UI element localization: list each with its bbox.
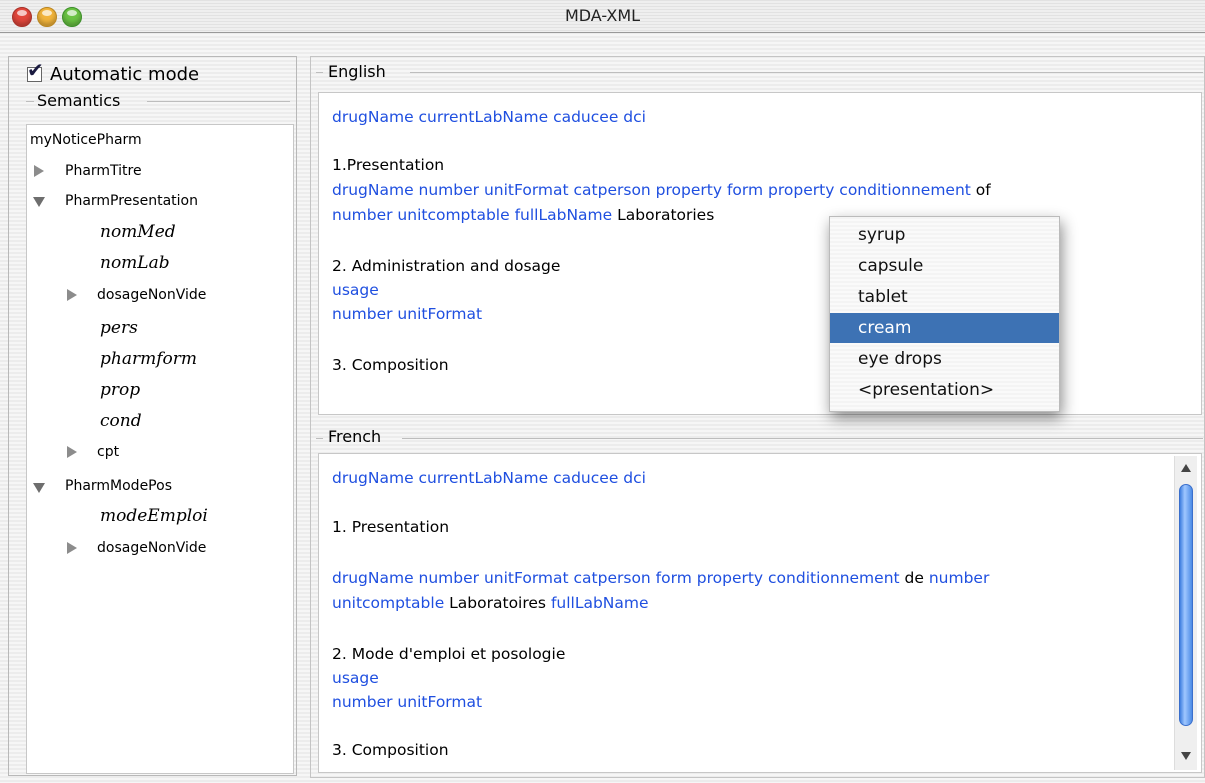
title-bar: MDA-XML bbox=[0, 0, 1205, 33]
french-line-3-tokens: drugName number unitFormat catperson for… bbox=[332, 569, 900, 587]
split-pane-divider[interactable] bbox=[300, 56, 310, 778]
popup-item-tablet[interactable]: tablet bbox=[830, 282, 1059, 312]
tree-leaf[interactable]: prop bbox=[100, 380, 140, 400]
tree-node[interactable]: cpt bbox=[97, 444, 119, 460]
tree-node[interactable]: PharmPresentation bbox=[65, 193, 198, 209]
semantics-group-border bbox=[26, 101, 34, 102]
checkbox-box[interactable]: ✔ bbox=[27, 60, 44, 82]
expand-down-icon[interactable] bbox=[33, 197, 45, 207]
french-line-3-de: de bbox=[899, 569, 929, 587]
french-line-5: 2. Mode d'emploi et posologie bbox=[332, 645, 566, 663]
english-line-8: 3. Composition bbox=[332, 356, 449, 374]
french-line-3: drugName number unitFormat catperson for… bbox=[332, 569, 989, 587]
tree-leaf[interactable]: modeEmploi bbox=[100, 506, 208, 526]
checkmark-icon: ✔ bbox=[27, 57, 44, 82]
app-window: MDA-XML ✔ Automatic mode Semantics myNot… bbox=[0, 0, 1205, 783]
tree-leaf[interactable]: pers bbox=[100, 318, 138, 338]
scroll-thumb[interactable] bbox=[1179, 484, 1193, 726]
popup-item-capsule[interactable]: capsule bbox=[830, 251, 1059, 281]
expand-right-icon[interactable] bbox=[67, 542, 77, 554]
tree-leaf[interactable]: nomMed bbox=[100, 222, 176, 242]
french-group-border bbox=[316, 438, 323, 439]
french-line-3-number: number bbox=[928, 569, 990, 587]
tree-node-root[interactable]: myNoticePharm bbox=[30, 132, 142, 148]
scroll-up-icon[interactable] bbox=[1181, 464, 1191, 472]
english-line-4-tail: Laboratories bbox=[612, 206, 715, 224]
french-text-panel[interactable]: drugName currentLabName caducee dci 1. P… bbox=[318, 453, 1202, 773]
scroll-down-icon[interactable] bbox=[1181, 752, 1191, 760]
english-group-label: English bbox=[328, 62, 386, 81]
french-line-7: number unitFormat bbox=[332, 693, 483, 711]
french-group-label: French bbox=[328, 427, 382, 446]
french-line-1: drugName currentLabName caducee dci bbox=[332, 469, 646, 487]
tree-leaf[interactable]: nomLab bbox=[100, 253, 170, 273]
french-line-4: unitcomptable Laboratoires fullLabName bbox=[332, 594, 649, 612]
semantics-group-border-right bbox=[147, 101, 290, 102]
english-line-5: 2. Administration and dosage bbox=[332, 257, 561, 275]
popup-item-syrup[interactable]: syrup bbox=[830, 220, 1059, 250]
expand-right-icon[interactable] bbox=[67, 446, 77, 458]
tree-node[interactable]: dosageNonVide bbox=[97, 287, 206, 303]
tree-node[interactable]: PharmTitre bbox=[65, 163, 142, 179]
french-line-8: 3. Composition bbox=[332, 741, 449, 759]
presentation-popup-menu: syrup capsule tablet cream eye drops <pr… bbox=[829, 216, 1060, 412]
automatic-mode-label: Automatic mode bbox=[50, 63, 200, 85]
expand-down-icon[interactable] bbox=[33, 483, 45, 493]
english-line-3-tail: of bbox=[970, 181, 991, 199]
expand-right-icon[interactable] bbox=[34, 165, 44, 177]
tree-node[interactable]: dosageNonVide bbox=[97, 540, 206, 556]
english-line-3-tokens: drugName number unitFormat catperson pro… bbox=[332, 181, 971, 199]
french-line-4-labs: Laboratoires bbox=[444, 594, 551, 612]
automatic-mode-checkbox[interactable]: ✔ Automatic mode bbox=[27, 60, 200, 86]
popup-item-presentation[interactable]: <presentation> bbox=[830, 375, 1059, 405]
english-line-6: usage bbox=[332, 281, 379, 299]
expand-right-icon[interactable] bbox=[67, 289, 77, 301]
tree-node[interactable]: PharmModePos bbox=[65, 478, 172, 494]
popup-item-eye-drops[interactable]: eye drops bbox=[830, 344, 1059, 374]
english-line-4: number unitcomptable fullLabName Laborat… bbox=[332, 206, 714, 224]
french-line-2: 1. Presentation bbox=[332, 518, 450, 536]
english-line-3: drugName number unitFormat catperson pro… bbox=[332, 181, 991, 199]
english-group-border bbox=[316, 72, 323, 73]
french-scrollbar[interactable] bbox=[1174, 456, 1197, 770]
semantics-tree: myNoticePharm PharmTitre PharmPresentati… bbox=[26, 124, 294, 774]
english-text-panel[interactable]: drugName currentLabName caducee dci 1.Pr… bbox=[318, 92, 1202, 415]
french-line-4-fulllab: fullLabName bbox=[550, 594, 649, 612]
french-line-6: usage bbox=[332, 669, 379, 687]
french-line-4-tokens: unitcomptable bbox=[332, 594, 445, 612]
semantics-group-label: Semantics bbox=[37, 91, 121, 110]
tree-leaf[interactable]: pharmform bbox=[100, 349, 197, 369]
french-group-border-right bbox=[402, 438, 1203, 439]
popup-item-cream[interactable]: cream bbox=[830, 313, 1059, 343]
english-line-4-tokens: number unitcomptable fullLabName bbox=[332, 206, 613, 224]
english-line-7: number unitFormat bbox=[332, 305, 483, 323]
english-group-border-right bbox=[410, 72, 1203, 73]
english-line-1: drugName currentLabName caducee dci bbox=[332, 108, 646, 126]
english-line-2: 1.Presentation bbox=[332, 156, 445, 174]
tree-leaf[interactable]: cond bbox=[100, 411, 142, 431]
window-title: MDA-XML bbox=[564, 6, 641, 25]
